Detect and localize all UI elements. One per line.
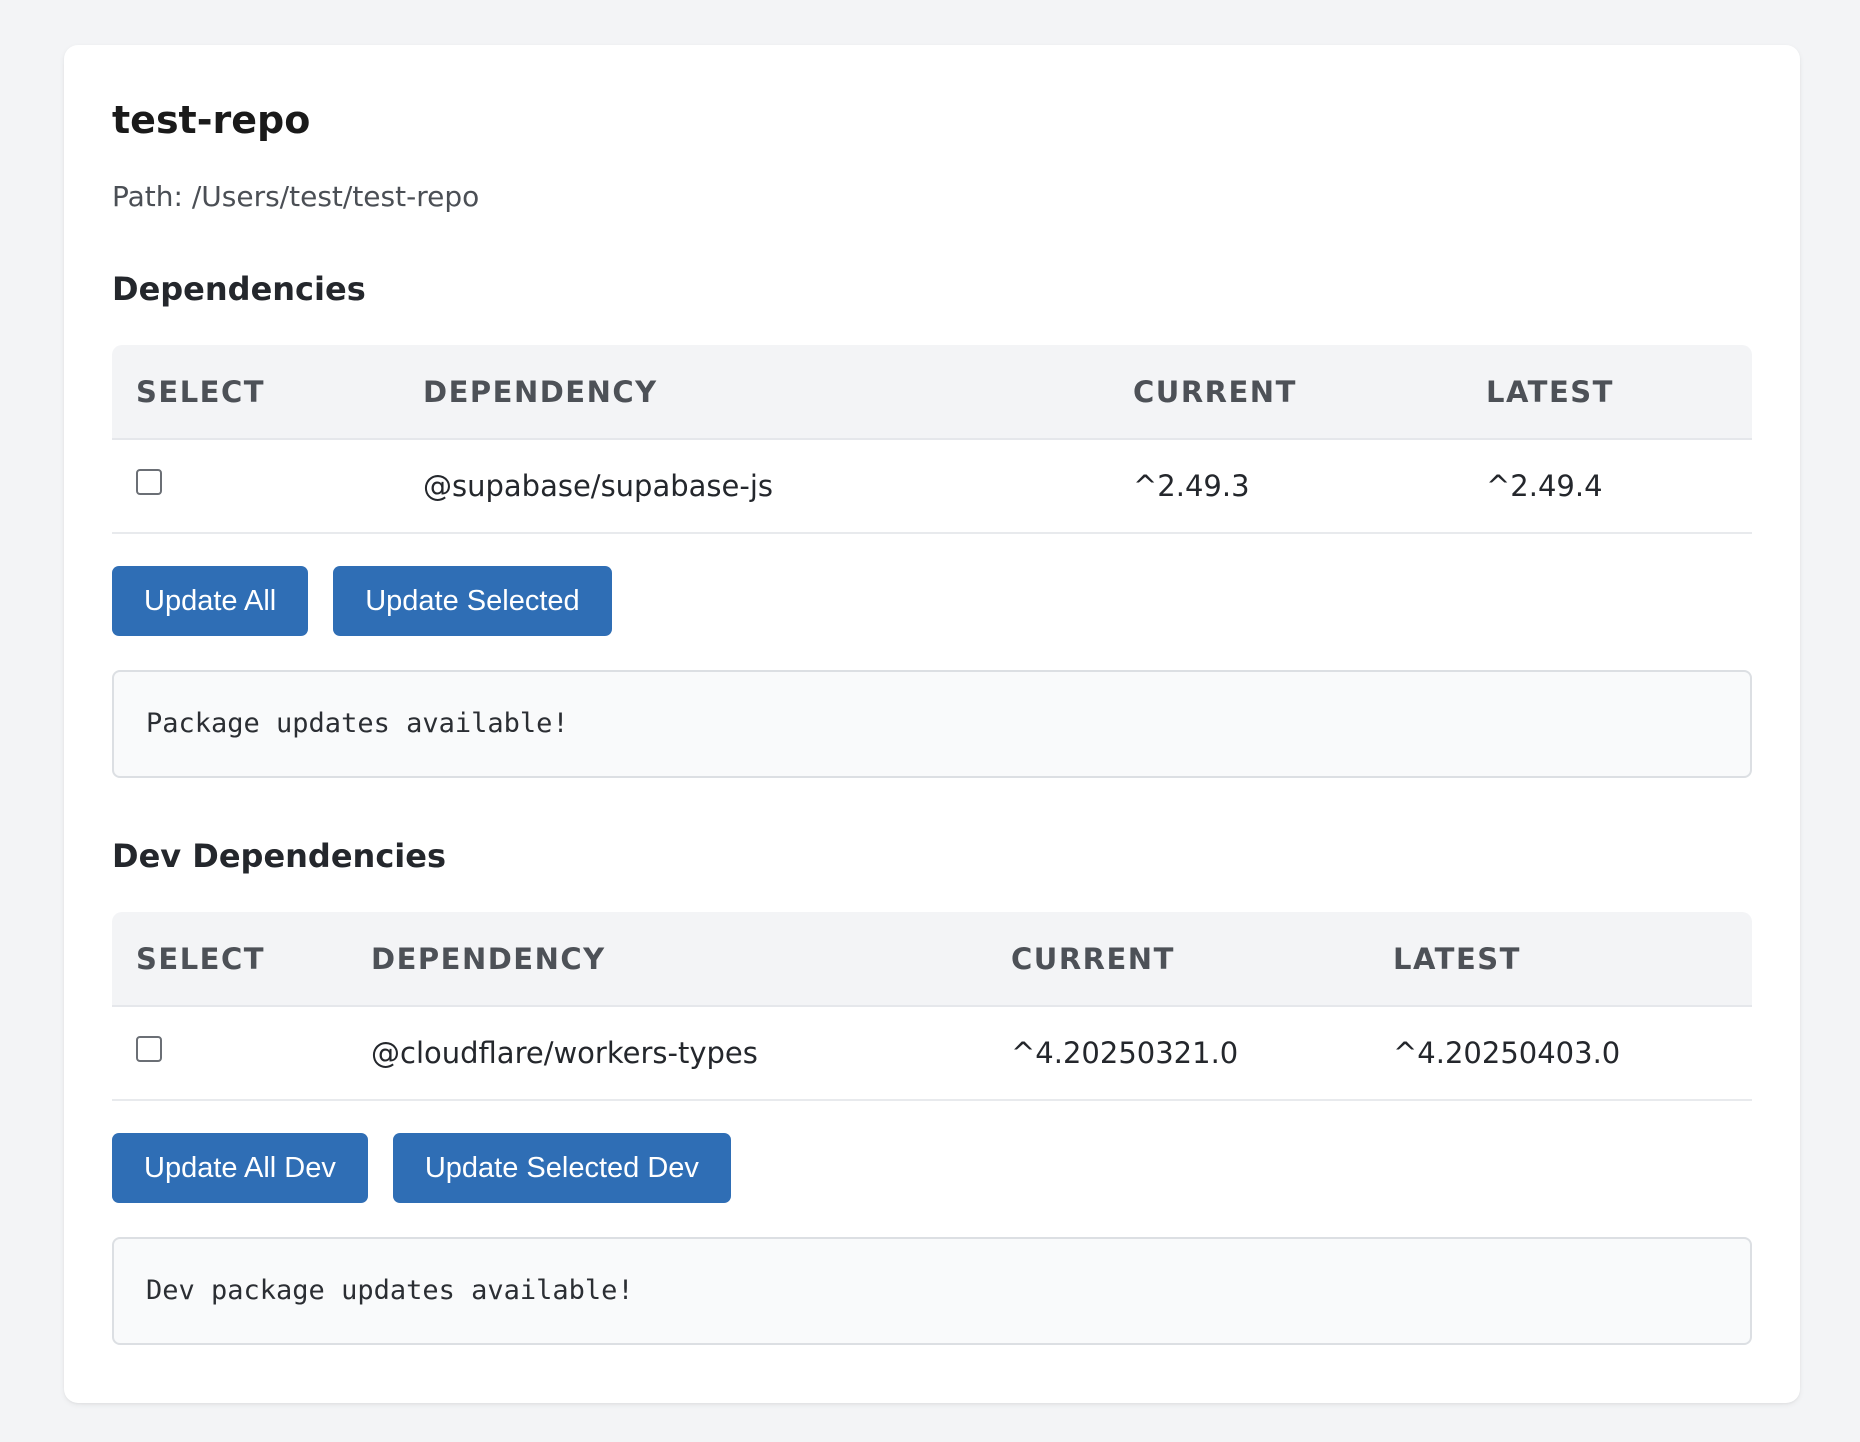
dependencies-table: SELECT DEPENDENCY CURRENT LATEST @supaba… — [112, 345, 1752, 534]
column-header-latest: LATEST — [1369, 912, 1752, 1007]
update-selected-dev-button[interactable]: Update Selected Dev — [392, 1133, 731, 1203]
update-all-button[interactable]: Update All — [112, 566, 309, 636]
select-cell — [112, 1006, 347, 1101]
repo-title: test-repo — [112, 98, 311, 142]
dependencies-status: Package updates available! — [112, 670, 1752, 778]
select-cell — [112, 439, 399, 534]
dev-dependencies-table: SELECT DEPENDENCY CURRENT LATEST @cloudf… — [112, 912, 1752, 1101]
dependency-name: @supabase/supabase-js — [399, 439, 1109, 534]
select-checkbox[interactable] — [136, 1036, 162, 1062]
column-header-select: SELECT — [112, 912, 347, 1007]
dependencies-actions: Update All Update Selected — [112, 566, 1752, 636]
repo-card: test-repo Path: /Users/test/test-repo De… — [64, 45, 1800, 1403]
column-header-current: CURRENT — [987, 912, 1369, 1007]
column-header-dependency: DEPENDENCY — [347, 912, 987, 1007]
select-checkbox[interactable] — [136, 469, 162, 495]
column-header-dependency: DEPENDENCY — [399, 345, 1109, 440]
latest-version: ^2.49.4 — [1462, 439, 1752, 534]
table-row: @cloudflare/workers-types ^4.20250321.0 … — [112, 1006, 1752, 1101]
repo-path: Path: /Users/test/test-repo — [112, 180, 480, 213]
table-row: @supabase/supabase-js ^2.49.3 ^2.49.4 — [112, 439, 1752, 534]
current-version: ^4.20250321.0 — [987, 1006, 1369, 1101]
column-header-latest: LATEST — [1462, 345, 1752, 440]
update-all-dev-button[interactable]: Update All Dev — [112, 1133, 368, 1203]
latest-version: ^4.20250403.0 — [1369, 1006, 1752, 1101]
column-header-current: CURRENT — [1109, 345, 1462, 440]
update-selected-button[interactable]: Update Selected — [333, 566, 612, 636]
dev-dependencies-actions: Update All Dev Update Selected Dev — [112, 1133, 1752, 1203]
dev-dependencies-status: Dev package updates available! — [112, 1237, 1752, 1345]
dependencies-heading: Dependencies — [112, 270, 366, 308]
dev-dependencies-header-row: SELECT DEPENDENCY CURRENT LATEST — [112, 912, 1752, 1007]
dependencies-header-row: SELECT DEPENDENCY CURRENT LATEST — [112, 345, 1752, 440]
dev-dependencies-heading: Dev Dependencies — [112, 837, 446, 875]
column-header-select: SELECT — [112, 345, 399, 440]
current-version: ^2.49.3 — [1109, 439, 1462, 534]
dependency-name: @cloudflare/workers-types — [347, 1006, 987, 1101]
